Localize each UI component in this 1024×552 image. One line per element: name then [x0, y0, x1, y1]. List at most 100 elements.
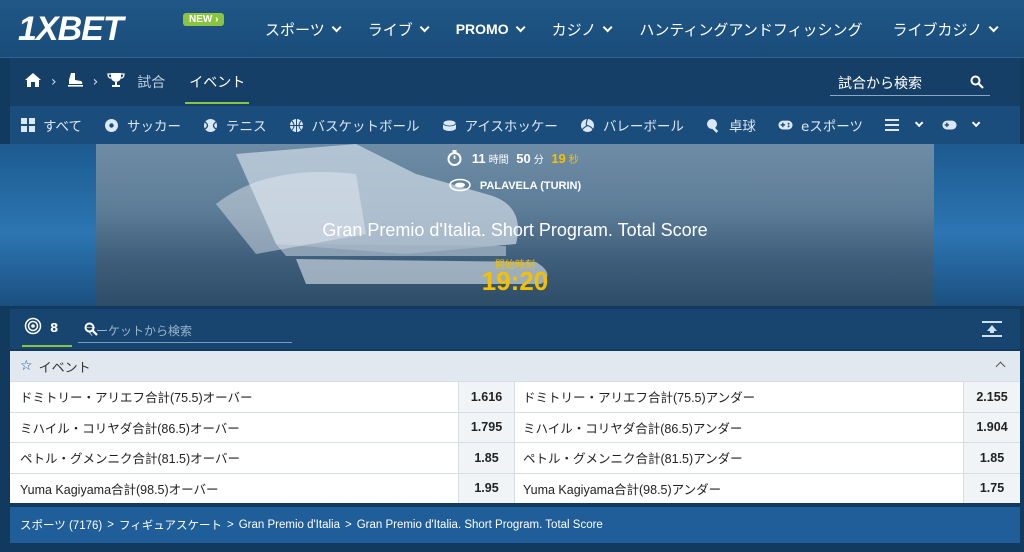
collapse-all-icon[interactable] — [982, 321, 1002, 341]
logo[interactable]: 1XBET — [18, 10, 124, 49]
venue-name: PALAVELA (TURIN) — [479, 180, 582, 192]
sport-label: テニス — [226, 119, 267, 135]
bet-name-under[interactable]: Yuma Kagiyama合計(98.5)アンダー — [515, 474, 963, 504]
bet-name-over[interactable]: Yuma Kagiyama合計(98.5)オーバー — [10, 474, 458, 504]
sport-label: バスケットボール — [311, 119, 420, 135]
crumb-separator: > — [226, 519, 234, 531]
sport-basketball[interactable]: バスケットボール — [289, 115, 420, 135]
bet-name-over[interactable]: ミハイル・コリヤダ合計(86.5)オーバー — [10, 413, 458, 443]
basketball-icon — [289, 118, 304, 133]
footer-crumb-event[interactable]: Gran Premio d'Italia. Short Program. Tot… — [357, 519, 603, 531]
search-icon[interactable] — [84, 322, 290, 339]
search-icon[interactable] — [970, 75, 984, 93]
table-row: ミハイル・コリヤダ合計(86.5)オーバー 1.795 ミハイル・コリヤダ合計(… — [10, 411, 1020, 443]
ping-pong-icon — [706, 118, 721, 133]
footer-crumb-league[interactable]: Gran Premio d'Italia — [239, 519, 340, 531]
main-nav: スポーツ ライブ PROMO カジノ ハンティングアンドフィッシング ライブカジ… — [265, 0, 1024, 58]
sport-table-tennis[interactable]: 卓球 — [706, 115, 756, 135]
new-badge[interactable]: NEW › — [183, 13, 225, 26]
chevron-down-icon — [331, 21, 342, 32]
start-time: 19:20 — [481, 266, 549, 296]
odd-over[interactable]: 1.95 — [458, 473, 515, 503]
table-row: ペトル・グメンニク合計(81.5)オーバー 1.85 ペトル・グメンニク合計(8… — [10, 442, 1020, 473]
footer-crumb-sports[interactable]: スポーツ (7176) — [20, 517, 102, 533]
breadcrumb: › › 試合 イベント — [24, 58, 257, 106]
sport-esports[interactable]: eスポーツ — [778, 115, 863, 135]
games-menu[interactable] — [942, 118, 981, 133]
odd-under[interactable]: 1.75 — [963, 473, 1020, 503]
nav-item-label: ライブ — [367, 20, 413, 39]
stopwatch-icon — [447, 150, 462, 169]
grid-icon — [20, 118, 35, 133]
nav-item-label: PROMO — [455, 21, 509, 37]
chevron-down-icon — [988, 21, 999, 32]
seconds-unit: 秒 — [568, 155, 579, 166]
crumb-separator: > — [344, 519, 352, 531]
odd-under[interactable]: 1.85 — [963, 443, 1020, 473]
nav-item-casino[interactable]: カジノ — [552, 19, 613, 40]
sport-label: サッカー — [127, 119, 182, 135]
hours-unit: 時間 — [488, 155, 509, 166]
nav-item-hunting-fishing[interactable]: ハンティングアンドフィッシング — [639, 19, 862, 40]
bet-name-under[interactable]: ミハイル・コリヤダ合計(86.5)アンダー — [515, 413, 963, 443]
nav-item-label: ライブカジノ — [892, 20, 983, 39]
tennis-ball-icon — [203, 118, 218, 133]
soccer-ball-icon — [104, 118, 119, 133]
footer-crumb-figure-skating[interactable]: フィギュアスケート — [119, 517, 222, 533]
market-count-tab[interactable]: 8 — [21, 317, 73, 347]
market-search-input[interactable]: マーケットから検索 — [78, 317, 292, 343]
bet-name-over[interactable]: ペトル・グメンニク合計(81.5)オーバー — [10, 443, 458, 473]
countdown-seconds: 19 — [551, 151, 566, 166]
home-icon[interactable] — [24, 72, 42, 92]
event-title: Gran Premio d'Italia. Short Program. Tot… — [322, 220, 708, 240]
market-count: 8 — [50, 320, 59, 335]
sport-ice-hockey[interactable]: アイスホッケー — [442, 115, 558, 135]
nav-item-live-casino[interactable]: ライブカジノ — [892, 19, 999, 40]
crumb-separator: > — [107, 519, 114, 531]
skate-icon[interactable] — [66, 72, 84, 92]
odd-over[interactable]: 1.795 — [458, 412, 515, 442]
target-icon — [24, 317, 42, 338]
sport-label: 卓球 — [728, 119, 756, 135]
minutes-unit: 分 — [533, 155, 544, 166]
bet-name-under[interactable]: ドミトリー・アリエフ合計(75.5)アンダー — [515, 382, 963, 412]
sport-label: アイスホッケー — [464, 119, 558, 135]
nav-item-live[interactable]: ライブ — [367, 19, 430, 40]
sport-label: eスポーツ — [800, 119, 863, 135]
odd-over[interactable]: 1.616 — [458, 382, 515, 412]
odd-over[interactable]: 1.85 — [458, 443, 515, 473]
breadcrumb-matches[interactable]: 試合 — [137, 72, 165, 92]
sport-soccer[interactable]: サッカー — [104, 115, 181, 135]
bet-name-over[interactable]: ドミトリー・アリエフ合計(75.5)オーバー — [10, 382, 458, 412]
events-header[interactable]: ☆ イベント — [10, 351, 1020, 381]
stadium-icon — [449, 178, 471, 195]
menu-icon — [885, 118, 900, 133]
hockey-puck-icon — [442, 118, 457, 133]
chevron-down-icon — [602, 21, 613, 32]
countdown-timer: 11 時間 50 分 19 秒 — [96, 150, 934, 169]
star-icon[interactable]: ☆ — [20, 358, 33, 374]
chevron-down-icon — [971, 118, 981, 128]
sport-volleyball[interactable]: バレーボール — [580, 115, 684, 135]
gamepad-icon — [778, 118, 793, 133]
odd-under[interactable]: 2.155 — [963, 382, 1020, 412]
sport-tennis[interactable]: テニス — [203, 115, 267, 135]
top-header: 1XBET NEW › スポーツ ライブ PROMO カジノ ハンティングアンド… — [0, 0, 1024, 58]
chevron-up-icon[interactable] — [995, 361, 1006, 372]
breadcrumb-bar: › › 試合 イベント 試合から検索 — [10, 58, 1020, 106]
nav-item-sports[interactable]: スポーツ — [265, 19, 342, 40]
chevron-right-icon: › — [92, 74, 99, 90]
chevron-down-icon — [914, 118, 924, 128]
bet-name-under[interactable]: ペトル・グメンニク合計(81.5)アンダー — [515, 443, 963, 473]
countdown-minutes: 50 — [516, 151, 531, 166]
trophy-icon[interactable] — [107, 72, 125, 92]
sport-all[interactable]: すべて — [20, 115, 82, 135]
odd-under[interactable]: 1.904 — [963, 412, 1020, 442]
breadcrumb-events[interactable]: イベント — [185, 72, 250, 104]
venue: PALAVELA (TURIN) — [96, 178, 934, 195]
more-sports-menu[interactable] — [885, 118, 924, 133]
countdown-hours: 11 — [471, 151, 486, 166]
nav-item-promo[interactable]: PROMO — [455, 21, 526, 37]
sport-label: すべて — [43, 119, 83, 135]
match-search-input[interactable]: 試合から検索 — [830, 70, 990, 96]
